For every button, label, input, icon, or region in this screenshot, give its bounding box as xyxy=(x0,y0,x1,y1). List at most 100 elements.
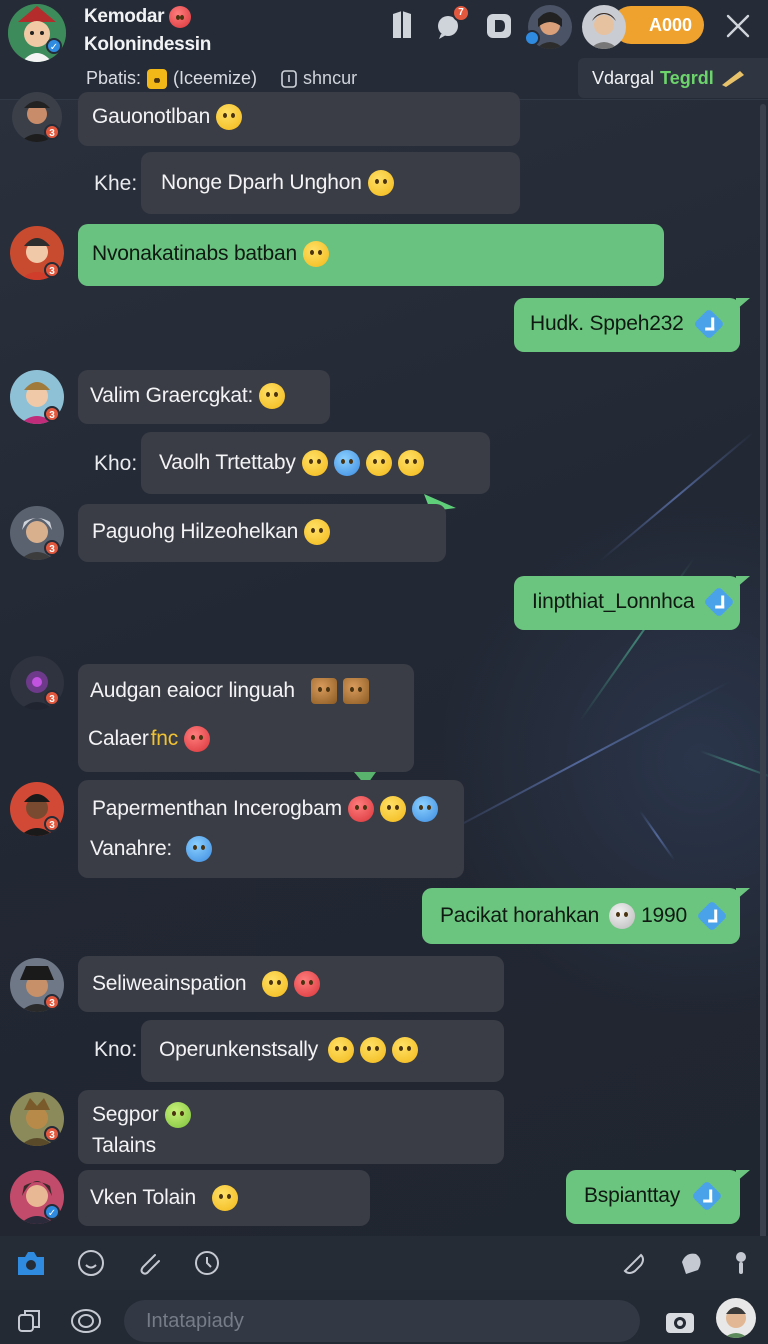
background-decor xyxy=(599,431,754,562)
message-bubble[interactable]: Valim Graercgkat: xyxy=(78,370,330,424)
cry-emoji-icon xyxy=(186,836,213,862)
message-bubble[interactable]: Papermenthan Incerogbam Vanahre: xyxy=(78,780,464,878)
read-check-icon xyxy=(693,308,725,340)
message-text: Valim Graercgkat: xyxy=(90,384,254,407)
reply-prefix: Khe: xyxy=(94,172,138,195)
reply-prefix: Kno: xyxy=(94,1038,138,1061)
message-text: Talains xyxy=(92,1134,156,1157)
star-emoji-icon xyxy=(379,796,406,822)
smile-icon[interactable] xyxy=(74,1246,108,1280)
reply-bubble[interactable]: Nonge Dparh Unghon xyxy=(141,152,520,214)
sync-label: shncur xyxy=(303,68,358,88)
message-bubble[interactable]: Segpor Talains xyxy=(78,1090,504,1164)
level-badge: 3 xyxy=(44,994,60,1010)
smile-emoji-icon xyxy=(216,104,243,130)
bubble-tail xyxy=(736,298,750,310)
sad-emoji-icon xyxy=(169,6,192,28)
box-emoji-icon xyxy=(310,678,337,704)
devil-emoji-icon xyxy=(294,971,321,997)
status-label: Pbatis: xyxy=(86,68,142,88)
sync-icon xyxy=(281,69,297,88)
camera-icon[interactable] xyxy=(14,1246,48,1280)
chat-subtitle: Kolonindessin xyxy=(84,34,211,55)
copy-icon[interactable] xyxy=(12,1304,46,1338)
pencil-icon xyxy=(721,71,744,87)
message-text: Audgan eaiocr linguah xyxy=(90,679,295,702)
smile-emoji-icon xyxy=(303,241,329,267)
level-badge: 3 xyxy=(44,690,60,706)
message-text: Vken Tolain xyxy=(90,1186,196,1209)
message-text: Vaolh Trtettaby xyxy=(159,451,296,474)
grin-emoji-icon xyxy=(397,450,424,476)
outgoing-bubble[interactable]: Pacikat horahkan 1990 xyxy=(422,888,740,944)
read-check-icon xyxy=(696,900,728,932)
wave-emoji-icon xyxy=(411,796,438,822)
bubble-tail xyxy=(736,888,750,900)
cry-emoji-icon xyxy=(333,450,360,476)
verified-badge: ✓ xyxy=(44,1204,60,1220)
grin-emoji-icon xyxy=(365,450,392,476)
stop-icon[interactable] xyxy=(485,12,513,40)
sticker-icon[interactable] xyxy=(616,1246,650,1280)
scrollbar[interactable] xyxy=(760,104,766,1274)
read-check-icon xyxy=(703,586,735,618)
message-text: Nonge Dparh Unghon xyxy=(161,171,362,194)
party-emoji-icon xyxy=(259,383,286,409)
message-text: Vanahre: xyxy=(90,837,173,860)
shield-icon[interactable] xyxy=(388,10,416,40)
message-bubble[interactable]: Vken Tolain xyxy=(78,1170,370,1226)
reply-bubble[interactable]: Vaolh Trtettaby xyxy=(141,432,490,494)
pinned-highlight: Tegrdl xyxy=(660,67,714,88)
heart-icon xyxy=(609,903,636,929)
level-badge: 3 xyxy=(44,262,60,278)
attach-icon[interactable] xyxy=(132,1246,166,1280)
user-avatar[interactable] xyxy=(582,5,626,49)
message-bubble[interactable]: Audgan eaiocr linguah Calaer fnc xyxy=(78,664,414,772)
message-text: Calaer xyxy=(88,727,149,750)
level-badge: 3 xyxy=(44,124,60,140)
group-avatar[interactable] xyxy=(8,4,66,62)
grin-emoji-icon xyxy=(360,1037,387,1063)
close-icon[interactable] xyxy=(722,10,754,42)
online-badge: ✓ xyxy=(46,38,62,54)
composer-toolbar xyxy=(0,1236,768,1290)
clock-icon[interactable] xyxy=(190,1246,224,1280)
drop-badge xyxy=(524,30,540,46)
message-input[interactable] xyxy=(124,1300,640,1342)
message-text: Operunkenstsally xyxy=(159,1038,319,1061)
mention-icon[interactable] xyxy=(68,1304,104,1338)
reply-prefix: Kho: xyxy=(94,452,138,475)
wow-emoji-icon xyxy=(212,1185,238,1211)
photo-icon[interactable] xyxy=(662,1304,698,1338)
message-bubble[interactable]: Gauonotlban xyxy=(78,92,520,146)
background-decor xyxy=(639,810,676,861)
pinned-banner[interactable]: Vdargal Tegrdl xyxy=(578,58,768,98)
message-bubble[interactable]: Paguohg Hilzeohelkan xyxy=(78,504,446,562)
background-decor xyxy=(429,680,731,842)
pin-icon[interactable] xyxy=(674,1246,708,1280)
party-emoji-icon xyxy=(262,971,289,997)
outgoing-bubble[interactable]: Iinpthiat_Lonnhca xyxy=(514,576,740,630)
message-bubble[interactable]: Nvonakatinabs batban xyxy=(78,224,664,286)
profile-avatar[interactable] xyxy=(716,1298,756,1338)
chat-header: ✓ Kemodar Kolonindessin Pbatis: (Iceemiz… xyxy=(0,0,768,100)
message-text: Nvonakatinabs batban xyxy=(92,242,297,265)
sync-indicator[interactable]: shncur xyxy=(281,68,357,89)
grin-emoji-icon xyxy=(367,170,394,196)
reply-bubble[interactable]: Operunkenstsally xyxy=(141,1020,504,1082)
level-badge: 3 xyxy=(44,816,60,832)
notification-badge: 7 xyxy=(452,4,470,22)
level-badge: 3 xyxy=(44,540,60,556)
bubble-tail xyxy=(736,576,750,588)
message-text: Pacikat horahkan xyxy=(440,904,600,927)
hand-emoji-icon xyxy=(147,68,168,89)
read-check-icon xyxy=(691,1180,723,1212)
outgoing-bubble[interactable]: Bspianttay xyxy=(566,1170,740,1224)
message-text: Gauonotlban xyxy=(92,105,211,128)
message-bubble[interactable]: Seliweainspation xyxy=(78,956,504,1012)
grin-emoji-icon xyxy=(392,1037,419,1063)
more-icon[interactable] xyxy=(728,1246,754,1280)
bubble-tail xyxy=(736,1170,750,1182)
outgoing-bubble[interactable]: Hudk. Sppeh232 xyxy=(514,298,740,352)
status-value: (Iceemize) xyxy=(173,68,258,88)
